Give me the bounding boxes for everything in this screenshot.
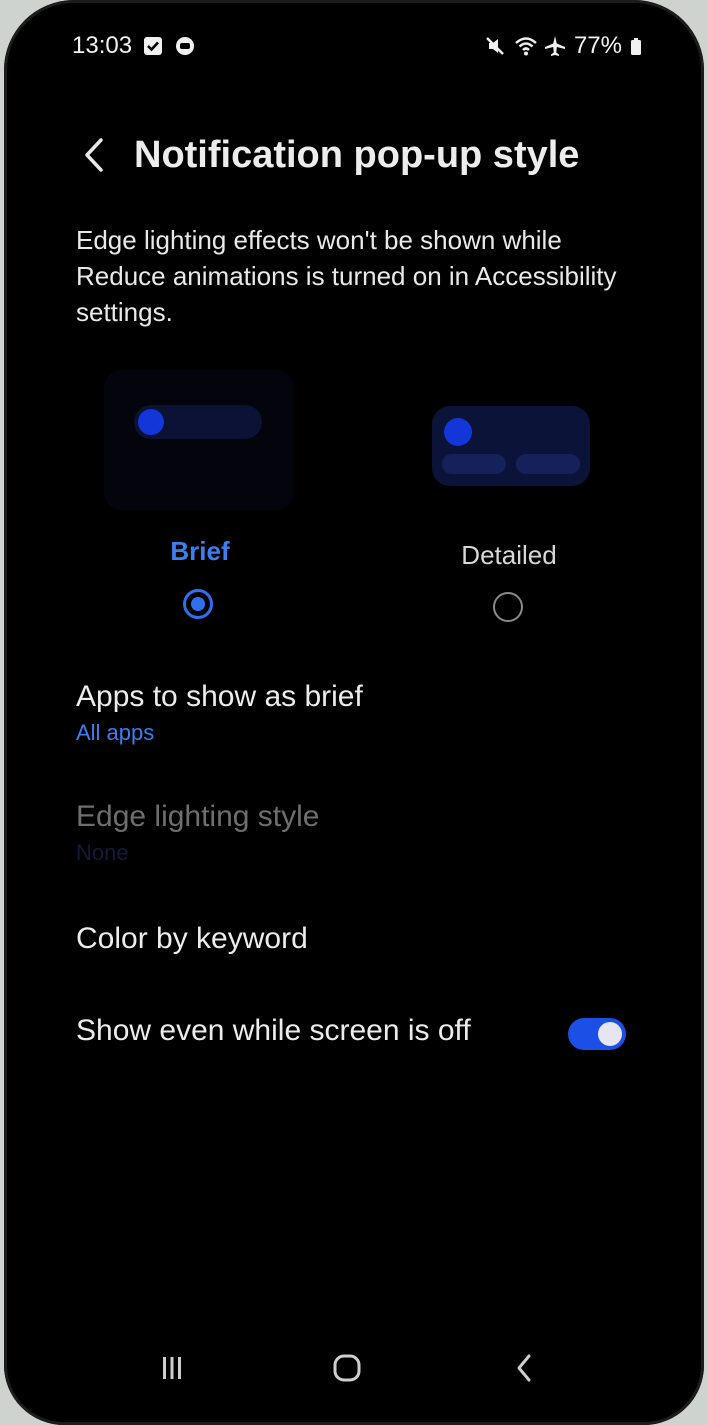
edge-setting-title: Edge lighting style <box>76 800 320 833</box>
recent-apps-icon <box>163 1357 181 1379</box>
app-circle-icon <box>174 35 196 57</box>
mute-icon <box>484 35 506 57</box>
task-check-icon <box>142 35 164 57</box>
detailed-preview-bar <box>516 454 580 474</box>
system-back-button[interactable] <box>494 1340 554 1396</box>
back-icon <box>517 1354 531 1382</box>
recent-apps-button[interactable] <box>142 1340 202 1396</box>
brief-preview[interactable] <box>104 370 294 510</box>
home-icon <box>333 1354 361 1382</box>
color-setting-title: Color by keyword <box>76 922 308 955</box>
brief-radio[interactable] <box>183 589 213 619</box>
brief-preview-dot <box>138 409 164 435</box>
detailed-radio[interactable] <box>493 592 523 622</box>
brief-radio-dot <box>191 597 205 611</box>
phone-screen: 13:03 77% Notification pop-up style Edge… <box>4 0 704 1425</box>
status-left: 13:03 <box>72 32 196 60</box>
brief-label[interactable]: Brief <box>100 536 300 567</box>
home-button[interactable] <box>317 1340 377 1396</box>
apps-setting-value: All apps <box>76 720 155 745</box>
apps-to-show-as-brief-setting[interactable]: Apps to show as brief All apps <box>76 680 626 746</box>
status-time: 13:03 <box>72 32 133 59</box>
animation-notice: Edge lighting effects won't be shown whi… <box>76 225 617 327</box>
wifi-icon <box>514 35 537 57</box>
back-button[interactable] <box>74 130 114 180</box>
header: Notification pop-up style <box>74 125 579 185</box>
airplane-icon <box>544 35 566 57</box>
edge-lighting-style-setting[interactable]: Edge lighting style None <box>76 800 626 866</box>
brief-preview-pill <box>134 405 262 439</box>
edge-setting-value: None <box>76 840 129 865</box>
toggle-knob <box>598 1022 622 1046</box>
screen-off-toggle[interactable] <box>568 1018 626 1050</box>
status-bar: 13:03 77% <box>72 30 642 64</box>
page-title: Notification pop-up style <box>134 133 580 176</box>
status-right: 77% <box>484 32 642 60</box>
color-by-keyword-setting[interactable]: Color by keyword <box>76 922 626 956</box>
detailed-preview[interactable] <box>432 406 590 486</box>
detailed-preview-bar <box>442 454 506 474</box>
battery-percent: 77% <box>573 32 622 59</box>
apps-setting-title: Apps to show as brief <box>76 680 363 713</box>
chevron-left-icon <box>85 138 103 172</box>
show-while-screen-off-setting[interactable]: Show even while screen is off <box>76 1014 626 1050</box>
navigation-bar <box>4 1340 704 1396</box>
detailed-label[interactable]: Detailed <box>409 540 609 571</box>
detailed-preview-dot <box>444 418 472 446</box>
battery-icon <box>630 35 642 57</box>
screen-off-setting-title: Show even while screen is off <box>76 1014 471 1047</box>
